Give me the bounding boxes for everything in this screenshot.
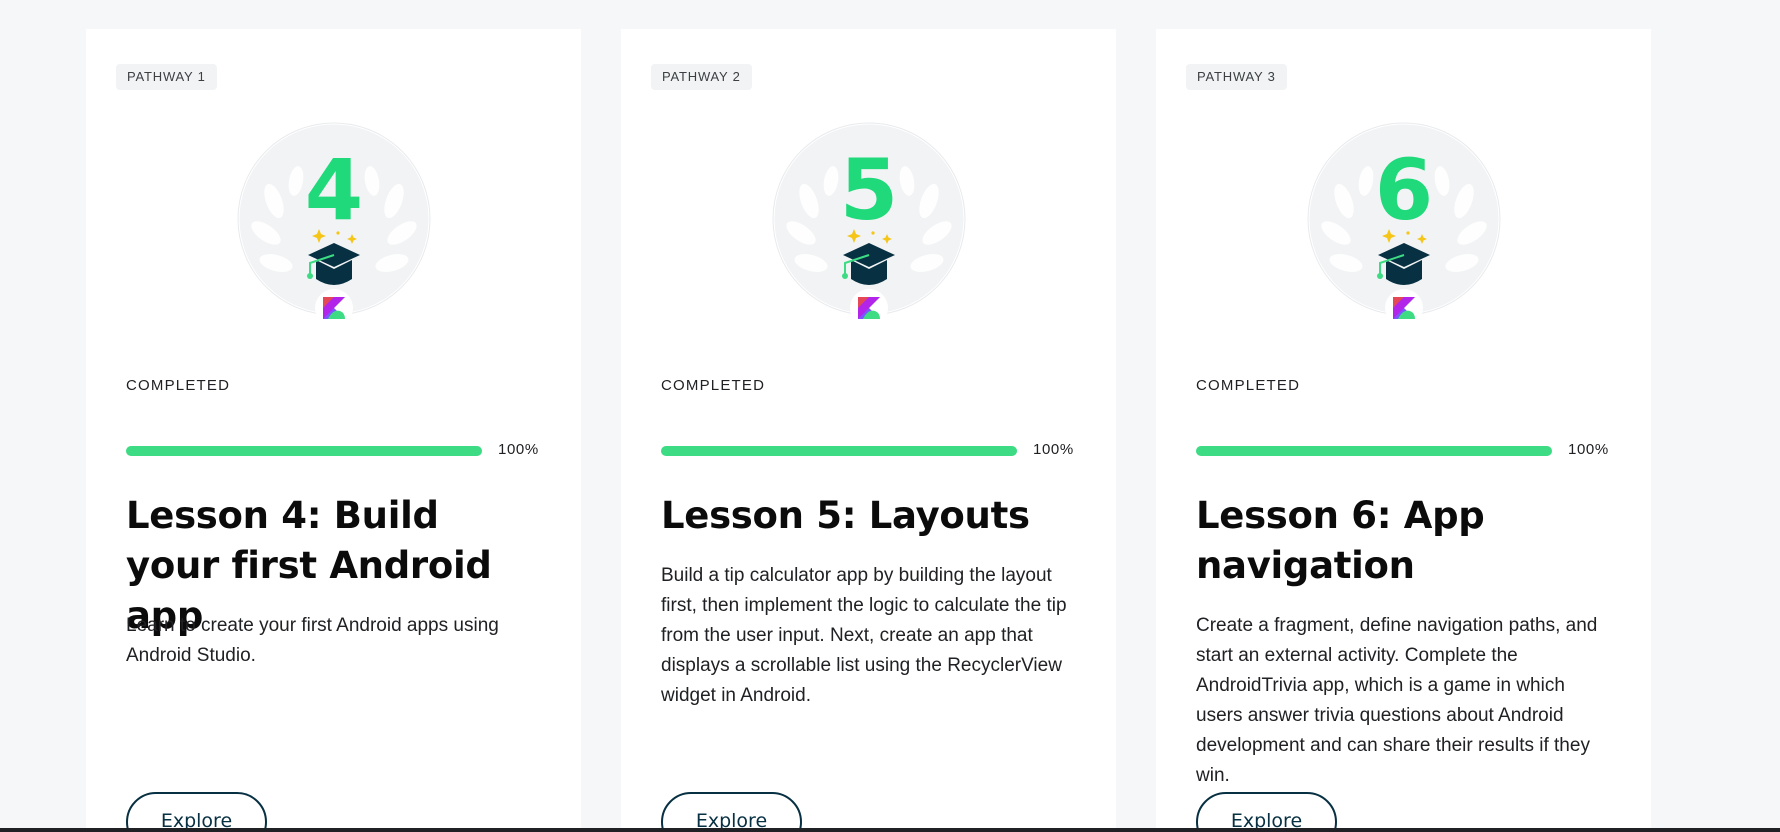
kotlin-logo-icon — [315, 289, 353, 327]
progress-fill — [661, 446, 1017, 456]
lesson-title: Lesson 6: App navigation — [1196, 494, 1485, 587]
completion-status: COMPLETED — [1196, 377, 1301, 394]
explore-button[interactable]: Explore — [661, 792, 802, 832]
lesson-title: Lesson 5: Layouts — [661, 494, 1030, 537]
lesson-description: Build a tip calculator app by building t… — [661, 565, 1067, 706]
pathway-card-3: PATHWAY 3 6 COMPLETED 100% Lesson 6: App… — [1156, 29, 1651, 832]
progress-bar — [126, 446, 482, 456]
pathway-chip: PATHWAY 2 — [651, 64, 752, 90]
lesson-badge-icon: 4 — [236, 121, 432, 327]
kotlin-logo-icon — [850, 289, 888, 327]
progress-fill — [1196, 446, 1552, 456]
progress-percent: 100% — [1033, 441, 1074, 458]
badge-number: 6 — [1375, 141, 1433, 239]
progress-bar — [661, 446, 1017, 456]
progress-percent: 100% — [1568, 441, 1609, 458]
completion-status: COMPLETED — [126, 377, 231, 394]
progress-percent: 100% — [498, 441, 539, 458]
pathway-chip: PATHWAY 1 — [116, 64, 217, 90]
pathway-chip: PATHWAY 3 — [1186, 64, 1287, 90]
kotlin-logo-icon — [1385, 289, 1423, 327]
badge-number: 4 — [305, 141, 363, 239]
badge-number: 5 — [840, 141, 898, 239]
lesson-description: Create a fragment, define navigation pat… — [1196, 615, 1598, 786]
explore-button[interactable]: Explore — [1196, 792, 1337, 832]
completion-status: COMPLETED — [661, 377, 766, 394]
explore-button[interactable]: Explore — [126, 792, 267, 832]
progress-bar — [1196, 446, 1552, 456]
window-bottom-edge — [0, 828, 1780, 832]
progress-fill — [126, 446, 482, 456]
lesson-description: Learn to create your first Android apps … — [126, 615, 499, 666]
pathway-card-1: PATHWAY 1 4 COMPLETED 100% Lesson 4: Bui… — [86, 29, 581, 832]
pathway-card-2: PATHWAY 2 5 COMPLETED 100% Lesson 5: Lay… — [621, 29, 1116, 832]
pathway-cards-page: PATHWAY 1 4 COMPLETED 100% Lesson 4: Bui… — [0, 0, 1780, 832]
lesson-badge-icon: 5 — [771, 121, 967, 327]
lesson-badge-icon: 6 — [1306, 121, 1502, 327]
